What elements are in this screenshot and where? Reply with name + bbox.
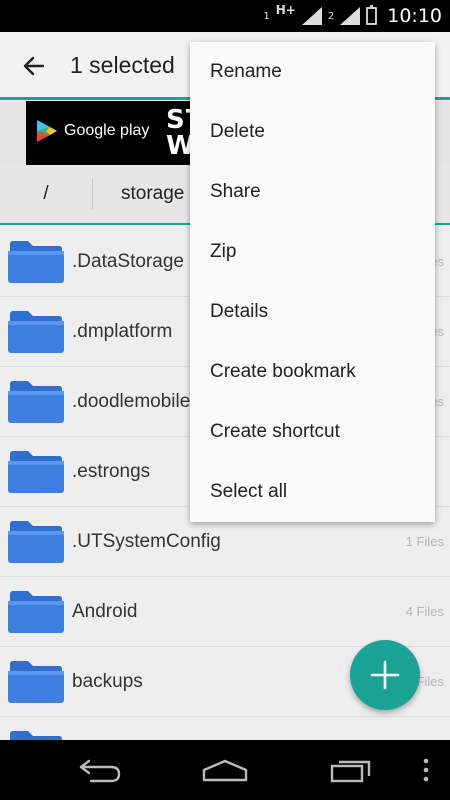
folder-icon <box>8 661 64 703</box>
menu-item-zip[interactable]: Zip <box>190 222 435 282</box>
store-label: Google play <box>64 122 150 139</box>
file-count: 4 Files <box>405 604 444 619</box>
menu-item-delete[interactable]: Delete <box>190 102 435 162</box>
nav-back-icon <box>79 759 121 783</box>
signal-icon <box>301 7 322 25</box>
back-button[interactable] <box>18 50 50 82</box>
ad-image[interactable]: Google play STAR WA <box>26 101 206 165</box>
arrow-left-icon <box>23 56 45 76</box>
sim2-label: 2 <box>327 10 335 22</box>
nav-back-button[interactable] <box>76 754 124 786</box>
folder-icon <box>8 311 64 353</box>
navigation-bar <box>0 740 450 800</box>
breadcrumb-divider <box>92 179 93 209</box>
file-count: 1 Files <box>405 534 444 549</box>
file-name: .estrongs <box>72 461 151 482</box>
folder-icon <box>8 521 64 563</box>
battery-icon <box>366 5 378 25</box>
folder-icon <box>8 241 64 283</box>
file-name: backups <box>72 671 143 692</box>
menu-item-details[interactable]: Details <box>190 282 435 342</box>
add-fab-button[interactable] <box>350 640 420 710</box>
clock: 10:10 <box>387 5 442 27</box>
context-menu: Rename Delete Share Zip Details Create b… <box>190 42 435 522</box>
file-name: .dmplatform <box>72 321 173 342</box>
menu-item-create-shortcut[interactable]: Create shortcut <box>190 402 435 462</box>
nav-home-icon <box>202 759 248 782</box>
folder-icon <box>8 451 64 493</box>
breadcrumb-storage[interactable]: storage <box>121 165 184 223</box>
selection-title: 1 selected <box>70 52 175 78</box>
file-name: .doodlemobile <box>72 391 191 412</box>
file-name: .DataStorage <box>72 251 184 272</box>
nav-recents-icon <box>330 760 371 783</box>
status-bar: 1 H+ 2 10:10 <box>0 0 450 32</box>
file-name: Android <box>72 601 138 622</box>
nav-recents-button[interactable] <box>328 754 374 786</box>
overflow-menu-icon <box>423 758 429 782</box>
menu-item-rename[interactable]: Rename <box>190 42 435 102</box>
folder-icon <box>8 591 64 633</box>
menu-item-create-bookmark[interactable]: Create bookmark <box>190 342 435 402</box>
google-play-icon <box>37 120 57 142</box>
nav-home-button[interactable] <box>200 754 250 786</box>
network-type: H+ <box>275 3 296 17</box>
file-count: Files <box>416 674 444 689</box>
menu-item-share[interactable]: Share <box>190 162 435 222</box>
sim1-label: 1 <box>263 10 270 22</box>
folder-icon <box>8 381 64 423</box>
menu-item-select-all[interactable]: Select all <box>190 462 435 522</box>
breadcrumb-root[interactable]: / <box>0 165 92 223</box>
plus-icon <box>370 660 400 690</box>
file-row[interactable]: Android 4 Files <box>0 577 450 647</box>
file-name: .UTSystemConfig <box>72 531 221 552</box>
nav-overflow-menu-button[interactable] <box>418 754 434 786</box>
signal-icon <box>340 7 361 25</box>
